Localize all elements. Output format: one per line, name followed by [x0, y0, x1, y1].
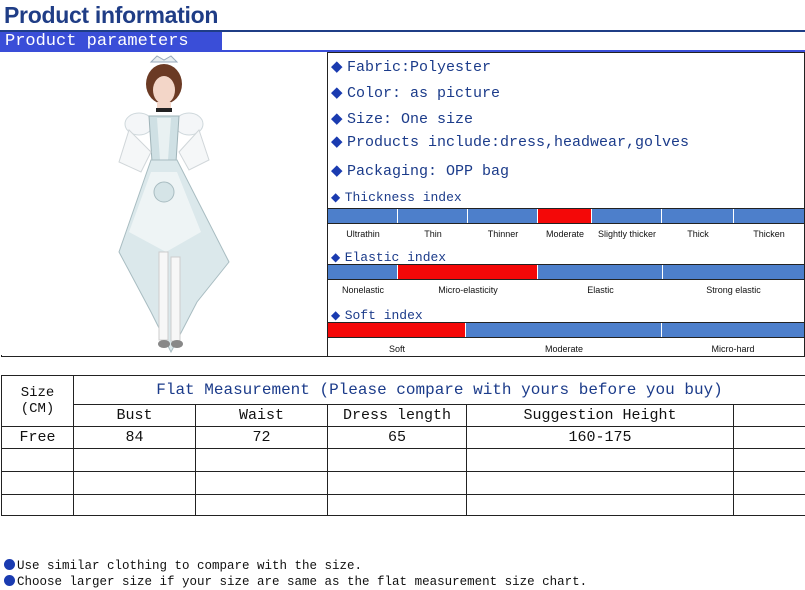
elastic-labels: Nonelastic Micro-elasticity Elastic Stro…	[328, 285, 804, 299]
column-header: Bust	[73, 404, 196, 427]
elastic-cell-nonelastic	[328, 265, 398, 279]
elastic-cell-elastic	[538, 265, 663, 279]
soft-cell-soft-selected	[328, 323, 466, 337]
table-row-empty	[1, 448, 805, 472]
spec-fabric: ◆ Fabric:Polyester	[331, 58, 492, 76]
elastic-label: Micro-elasticity	[438, 285, 498, 295]
costume-model-image	[1, 52, 327, 355]
diamond-icon: ◆	[331, 190, 341, 204]
soft-cell-moderate	[466, 323, 662, 337]
diamond-icon: ◆	[331, 84, 343, 101]
thickness-cell-thick	[662, 209, 734, 223]
thickness-cell-moderate-selected	[538, 209, 592, 223]
table-row-empty	[1, 494, 805, 516]
spec-size: ◆ Size: One size	[331, 110, 474, 128]
thickness-label: Thinner	[487, 229, 519, 239]
table-title: Flat Measurement (Please compare with yo…	[73, 375, 805, 405]
diamond-icon: ◆	[331, 58, 343, 75]
size-table: Size (CM) Flat Measurement (Please compa…	[1, 375, 805, 516]
table-row: Free 84 72 65 160-175	[1, 426, 805, 449]
diamond-icon: ◆	[331, 110, 343, 127]
thickness-label: Thicken	[753, 229, 785, 239]
diamond-icon: ◆	[331, 250, 341, 264]
thickness-labels: Ultrathin Thin Thinner Moderate Slightly…	[328, 229, 804, 243]
size-header: Size (CM)	[1, 375, 74, 427]
elastic-cell-micro-selected	[398, 265, 538, 279]
table-column-row: Bust Waist Dress length Suggestion Heigh…	[2, 404, 805, 427]
elastic-label: Nonelastic	[341, 285, 385, 295]
note-line: Use similar clothing to compare with the…	[4, 558, 587, 574]
cell-height: 160-175	[466, 426, 734, 449]
thickness-label: Slightly thicker	[597, 229, 657, 239]
thickness-cell-thicken	[734, 209, 804, 223]
soft-scale	[328, 322, 804, 338]
spec-packaging: ◆ Packaging: OPP bag	[331, 162, 510, 180]
column-header: Dress length	[327, 404, 467, 427]
diamond-icon: ◆	[331, 133, 343, 150]
thickness-label: Moderate	[545, 229, 585, 239]
page-title: Product information	[4, 2, 219, 28]
thickness-title: ◆ Thickness index	[331, 190, 462, 205]
soft-cell-micro-hard	[662, 323, 804, 337]
diamond-icon: ◆	[331, 162, 343, 179]
elastic-label: Elastic	[587, 285, 614, 295]
column-header-empty	[733, 404, 805, 427]
size-notes: Use similar clothing to compare with the…	[4, 558, 587, 590]
column-header: Waist	[195, 404, 328, 427]
bullet-dot-icon	[4, 575, 15, 586]
elastic-label: Strong elastic	[706, 285, 761, 295]
elastic-scale	[328, 264, 804, 280]
thickness-cell-thinner	[468, 209, 538, 223]
cell-dress-length: 65	[327, 426, 467, 449]
thickness-cell-thin	[398, 209, 468, 223]
thickness-cell-ultrathin	[328, 209, 398, 223]
thickness-label: Thin	[424, 229, 442, 239]
column-header: Suggestion Height	[466, 404, 734, 427]
soft-label: Micro-hard	[711, 344, 755, 354]
note-line: Choose larger size if your size are same…	[4, 574, 587, 590]
thickness-cell-slightly-thicker	[592, 209, 662, 223]
product-photo	[1, 52, 328, 357]
soft-label: Soft	[388, 344, 405, 354]
table-row-empty	[1, 471, 805, 495]
thickness-scale	[328, 208, 804, 224]
bullet-dot-icon	[4, 559, 15, 570]
cell-size: Free	[1, 426, 74, 449]
cell-empty	[733, 426, 805, 449]
section-bar: Product parameters	[0, 32, 222, 52]
elastic-cell-strong	[663, 265, 804, 279]
table-header-row: Size (CM) Flat Measurement (Please compa…	[1, 375, 805, 427]
cell-bust: 84	[73, 426, 196, 449]
soft-label: Moderate	[544, 344, 584, 354]
thickness-label: Thick	[687, 229, 709, 239]
spec-color: ◆ Color: as picture	[331, 84, 501, 102]
spec-includes: ◆ Products include:dress,headwear,golves	[331, 133, 690, 151]
thickness-label: Ultrathin	[346, 229, 380, 239]
soft-labels: Soft Moderate Micro-hard	[328, 344, 804, 358]
diamond-icon: ◆	[331, 308, 341, 322]
cell-waist: 72	[195, 426, 328, 449]
